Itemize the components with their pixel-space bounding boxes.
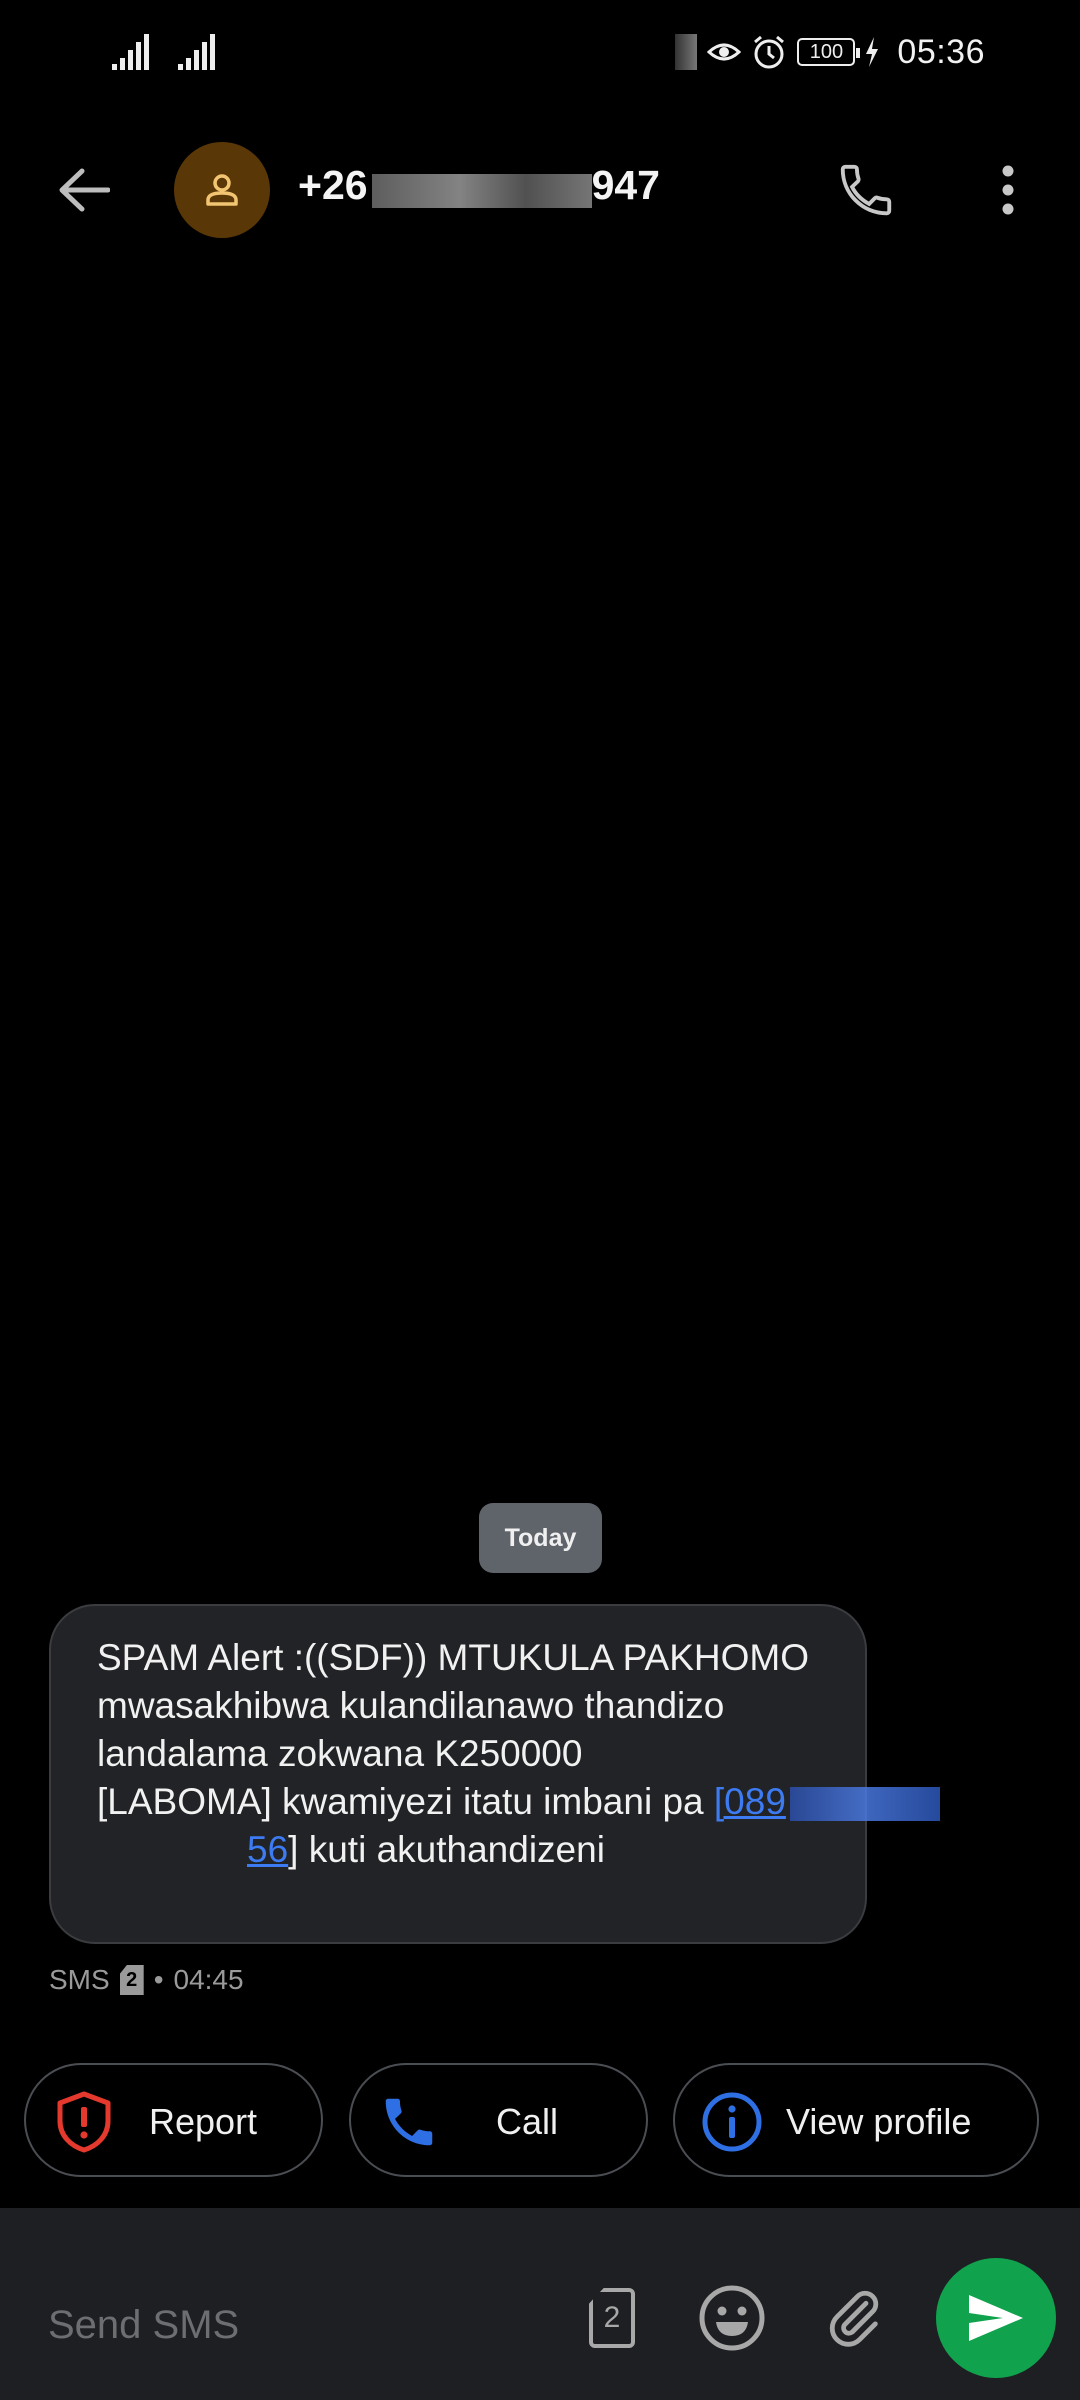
avatar[interactable] xyxy=(174,142,270,238)
message-type: SMS xyxy=(49,1964,110,1995)
call-action-button[interactable]: Call xyxy=(349,2063,648,2177)
more-options-button[interactable] xyxy=(976,150,1040,230)
redacted-block xyxy=(675,34,698,70)
contact-prefix: +26 xyxy=(298,162,368,208)
clock: 05:36 xyxy=(897,32,985,71)
sim-card-icon: 2 xyxy=(589,2288,635,2348)
view-profile-label: View profile xyxy=(786,2101,972,2142)
attach-button[interactable] xyxy=(814,2268,894,2368)
status-bar: 100 05:36 xyxy=(0,0,1080,104)
more-vert-icon xyxy=(1002,165,1014,215)
meta-separator: • xyxy=(153,1964,164,1995)
battery-level: 100 xyxy=(809,40,844,63)
message-composer: Send SMS 2 xyxy=(0,2208,1080,2400)
suggested-actions: Report Call View profile xyxy=(0,2063,1080,2183)
date-chip: Today xyxy=(479,1503,602,1573)
paperclip-icon xyxy=(829,2290,879,2347)
report-label: Report xyxy=(149,2101,258,2142)
signal-icon xyxy=(178,34,215,70)
shield-alert-icon xyxy=(52,2090,116,2154)
back-arrow-icon xyxy=(59,168,110,212)
eye-comfort-icon xyxy=(707,43,742,61)
back-button[interactable] xyxy=(48,154,120,226)
send-icon xyxy=(969,2295,1023,2341)
sim-number: 2 xyxy=(603,2301,621,2334)
phone-link-prefix: [089 xyxy=(713,1781,786,1822)
sim-number: 2 xyxy=(126,1968,138,1991)
contact-suffix: 947 xyxy=(591,162,660,208)
call-label: Call xyxy=(496,2101,559,2142)
emoji-icon xyxy=(699,2285,765,2351)
send-button[interactable] xyxy=(936,2258,1056,2378)
redaction-mask xyxy=(372,174,592,208)
message-bubble[interactable]: SPAM Alert :((SDF)) MTUKULA PAKHOMO mwas… xyxy=(49,1604,940,1944)
phone-icon xyxy=(377,2090,441,2154)
sim-card-icon: 2 xyxy=(119,1965,144,1995)
info-icon xyxy=(700,2090,764,2154)
signal-icon xyxy=(112,34,149,70)
person-icon xyxy=(206,174,238,206)
report-button[interactable]: Report xyxy=(24,2063,323,2177)
battery-icon: 100 xyxy=(797,38,861,66)
emoji-button[interactable] xyxy=(692,2268,772,2368)
status-icons: 100 05:36 xyxy=(675,30,985,74)
message-time: 04:45 xyxy=(173,1964,244,1995)
alarm-icon xyxy=(754,35,785,69)
conversation-header: +26 947 xyxy=(0,120,1080,260)
message-tail: ] kuti akuthandizeni xyxy=(288,1829,605,1870)
sim-select-button[interactable]: 2 xyxy=(572,2268,652,2368)
phone-link-suffix: 56 xyxy=(247,1829,289,1870)
charging-icon xyxy=(866,37,879,67)
message-text: SPAM Alert :((SDF)) MTUKULA PAKHOMO mwas… xyxy=(97,1634,940,1874)
redaction-mask xyxy=(789,1787,940,1821)
message-meta: SMS 2 • 04:45 xyxy=(49,1964,244,1996)
call-button[interactable] xyxy=(826,150,906,230)
phone-icon xyxy=(840,164,892,216)
message-body: SPAM Alert :((SDF)) MTUKULA PAKHOMO mwas… xyxy=(97,1637,809,1822)
message-input[interactable]: Send SMS xyxy=(48,2303,239,2348)
view-profile-button[interactable]: View profile xyxy=(673,2063,1039,2177)
